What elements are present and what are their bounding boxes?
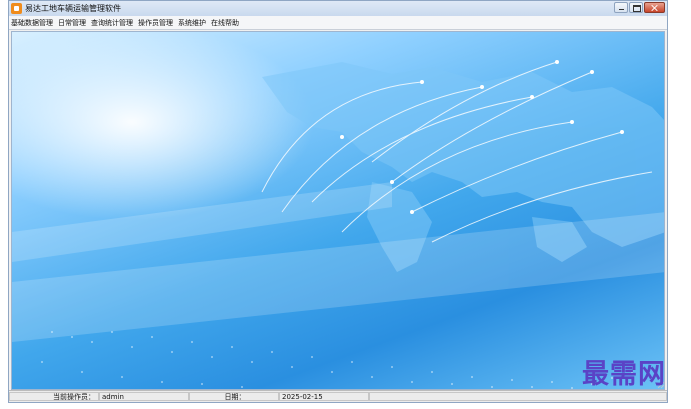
menu-item-system[interactable]: 系统维护 xyxy=(178,18,206,28)
status-empty-cell xyxy=(369,392,667,401)
menu-bar: 基础数据管理 日常管理 查询统计管理 操作员管理 系统维护 在线帮助 xyxy=(9,16,667,30)
minimize-button[interactable] xyxy=(614,2,628,13)
status-bar: 当前操作员： admin 日期： 2025-02-15 xyxy=(9,390,667,402)
operator-value: admin xyxy=(99,392,189,401)
close-button[interactable] xyxy=(644,2,665,13)
title-bar[interactable]: 易达工地车辆运输管理软件 xyxy=(9,1,667,17)
main-window: 易达工地车辆运输管理软件 基础数据管理 日常管理 查询统计管理 操作员管理 系统… xyxy=(8,0,668,403)
watermark-text: 最需网 xyxy=(582,359,666,390)
menu-item-help[interactable]: 在线帮助 xyxy=(211,18,239,28)
menu-item-operator[interactable]: 操作员管理 xyxy=(138,18,173,28)
operator-label: 当前操作员： xyxy=(9,392,99,401)
menu-item-daily[interactable]: 日常管理 xyxy=(58,18,86,28)
date-label: 日期： xyxy=(189,392,279,401)
window-controls xyxy=(614,2,665,13)
menu-item-basic-data[interactable]: 基础数据管理 xyxy=(11,18,53,28)
background-graphic xyxy=(12,60,664,389)
menu-item-query-stats[interactable]: 查询统计管理 xyxy=(91,18,133,28)
app-logo-icon xyxy=(11,3,22,14)
window-title: 易达工地车辆运输管理软件 xyxy=(25,4,121,13)
date-value: 2025-02-15 xyxy=(279,392,369,401)
maximize-button[interactable] xyxy=(629,2,643,13)
background-area xyxy=(11,31,665,390)
